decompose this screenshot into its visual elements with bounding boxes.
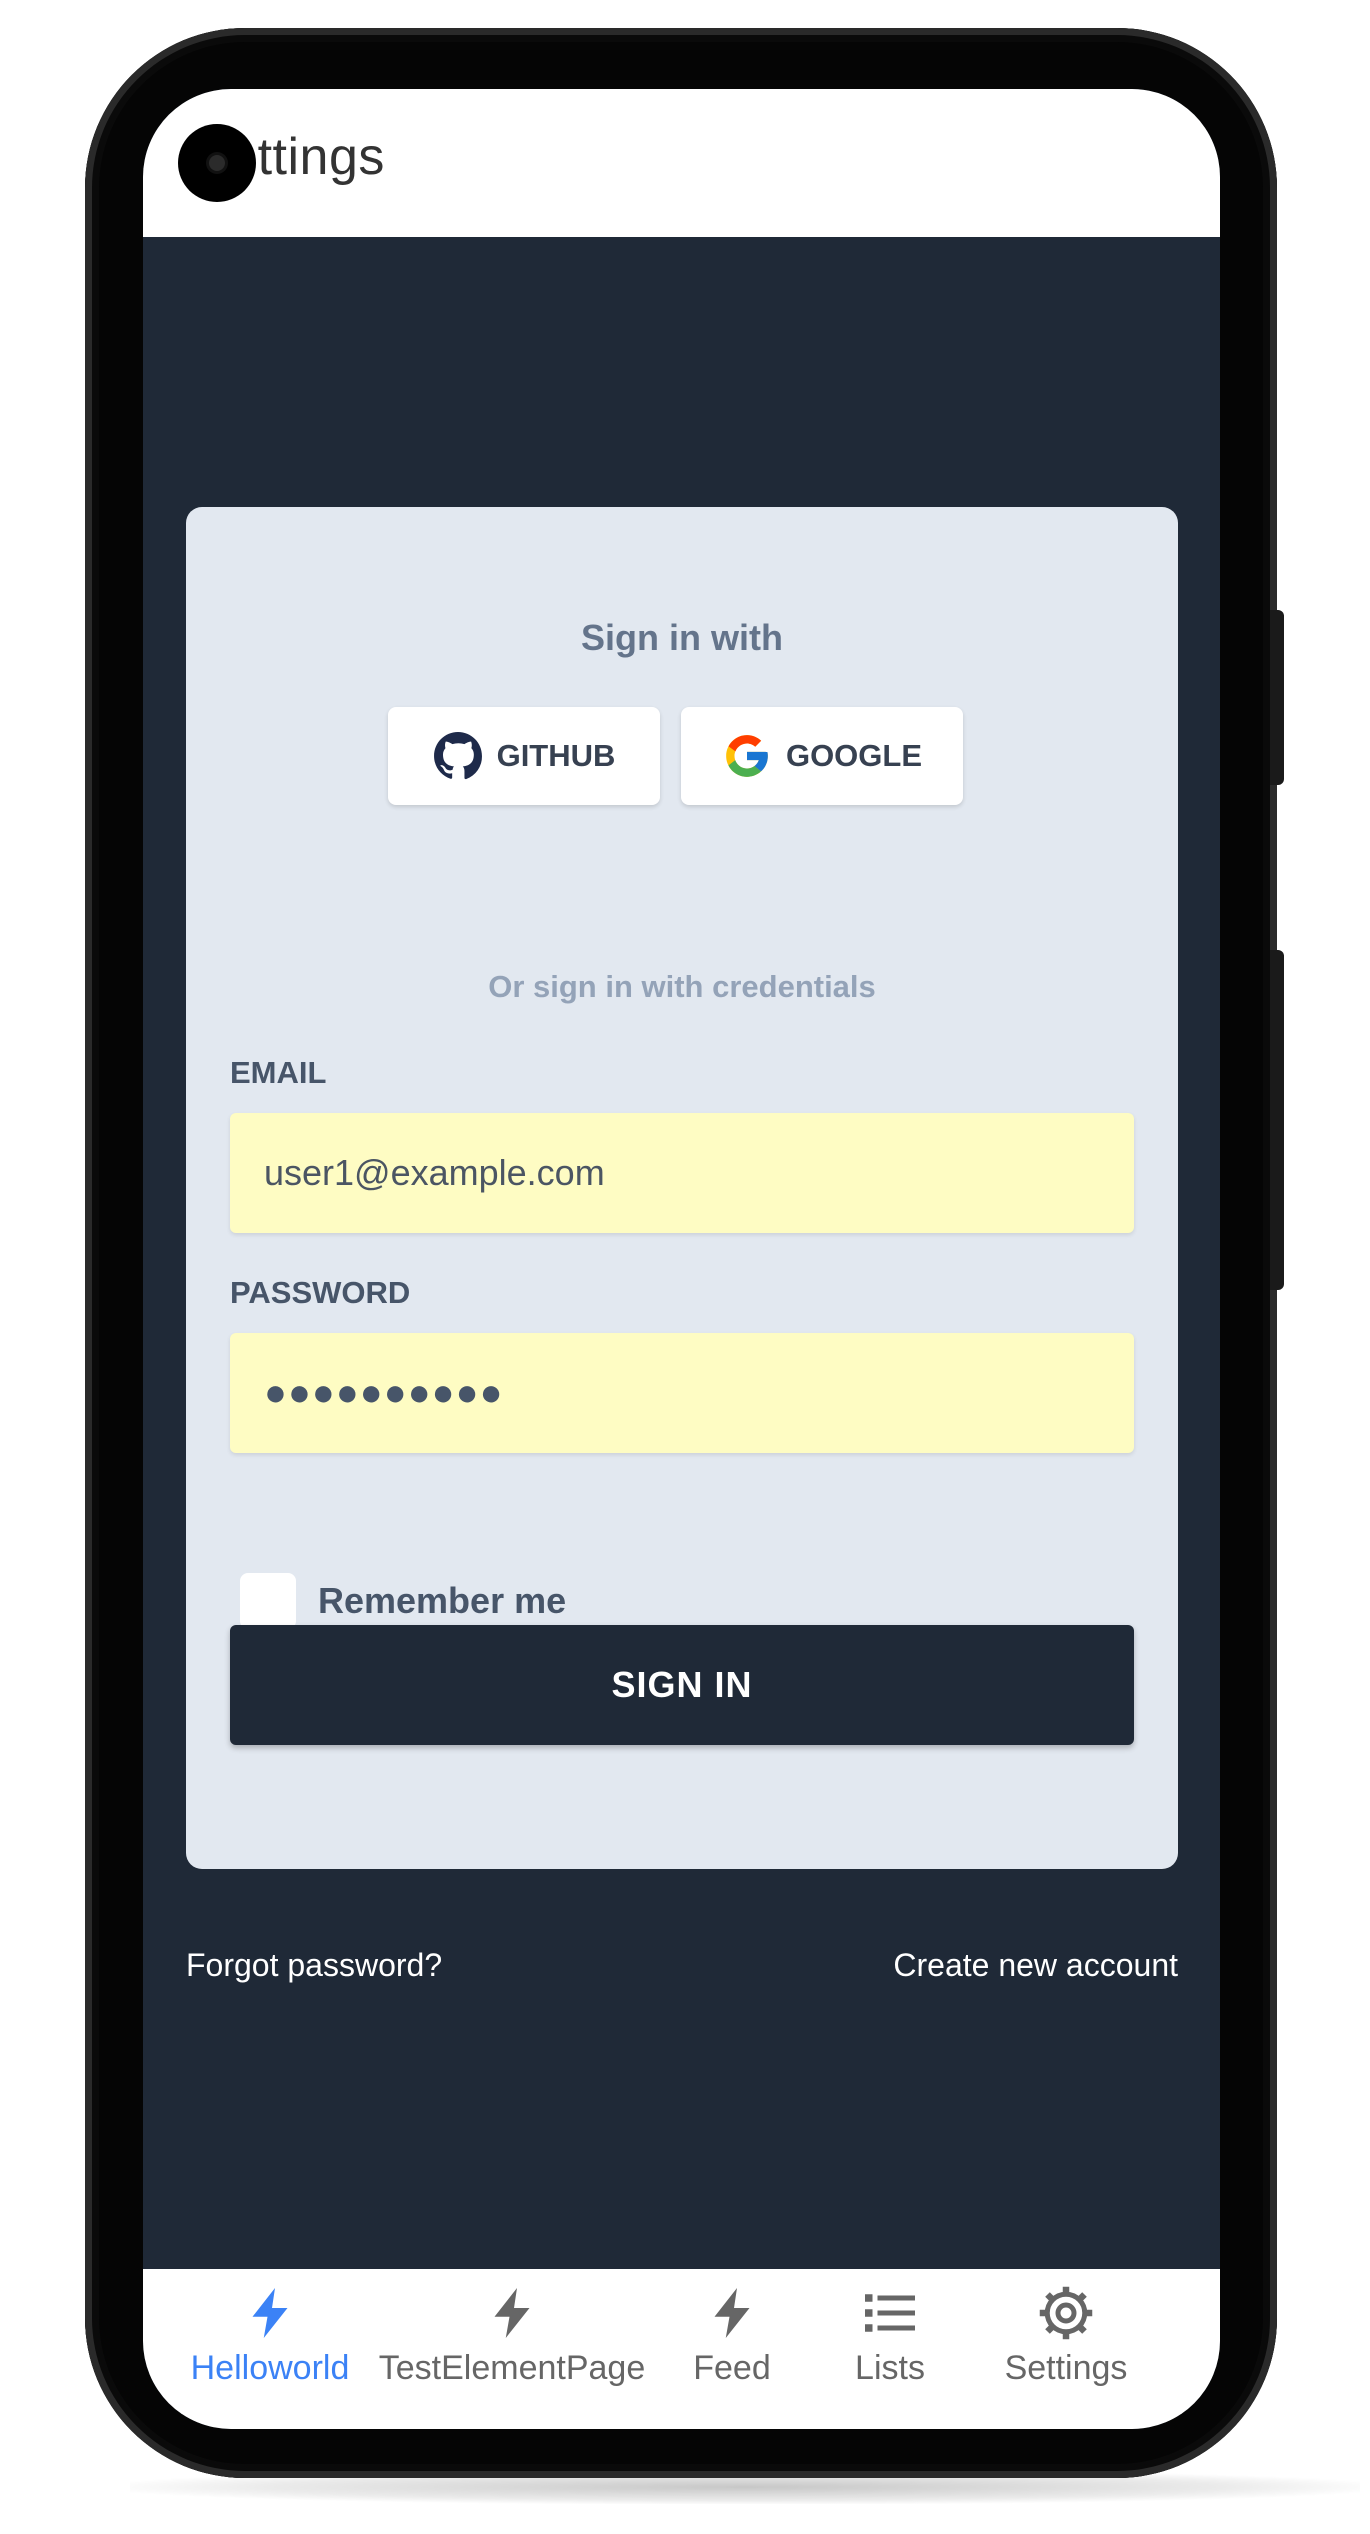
front-camera bbox=[178, 124, 256, 202]
remember-me-label: Remember me bbox=[318, 1580, 567, 1621]
password-label: PASSWORD bbox=[230, 1275, 411, 1310]
password-field[interactable]: ●●●●●●●●●● bbox=[230, 1333, 1134, 1453]
email-field[interactable]: user1@example.com bbox=[230, 1113, 1134, 1233]
nav-label: Settings bbox=[1004, 2349, 1128, 2387]
github-sign-in-button[interactable]: GITHUB bbox=[388, 707, 660, 805]
credentials-divider-text: Or sign in with credentials bbox=[488, 969, 876, 1004]
gear-icon bbox=[1039, 2286, 1093, 2340]
bolt-icon bbox=[252, 2288, 288, 2338]
nav-item-helloworld[interactable]: Helloworld bbox=[143, 2283, 400, 2388]
github-label: GITHUB bbox=[496, 738, 616, 773]
remember-me-checkbox[interactable] bbox=[240, 1573, 296, 1629]
list-icon bbox=[865, 2294, 915, 2332]
github-icon bbox=[433, 732, 482, 780]
remember-me-row[interactable]: Remember me bbox=[240, 1573, 566, 1629]
nav-label: Lists bbox=[855, 2349, 925, 2387]
device-screen: Settings Sign in with GITHUB GOOGLE Or s… bbox=[143, 89, 1220, 2429]
google-label: GOOGLE bbox=[785, 738, 923, 773]
power-button bbox=[1270, 610, 1284, 785]
nav-label: Helloworld bbox=[190, 2349, 350, 2387]
bottom-navigation: Helloworld TestElementPage Feed Lists Se… bbox=[143, 2269, 1220, 2429]
bolt-icon bbox=[714, 2288, 750, 2338]
app-bar: Settings bbox=[143, 89, 1220, 237]
sign-in-button[interactable]: SIGN IN bbox=[230, 1625, 1134, 1745]
nav-item-settings[interactable]: Settings bbox=[936, 2283, 1196, 2388]
volume-button bbox=[1270, 950, 1284, 1290]
email-label: EMAIL bbox=[230, 1055, 327, 1090]
google-icon bbox=[726, 735, 768, 777]
sign-in-card: Sign in with GITHUB GOOGLE Or sign in wi… bbox=[186, 507, 1178, 1869]
bolt-icon bbox=[494, 2288, 530, 2338]
forgot-password-link[interactable]: Forgot password? bbox=[186, 1947, 442, 1984]
google-sign-in-button[interactable]: GOOGLE bbox=[681, 707, 963, 805]
create-account-link[interactable]: Create new account bbox=[893, 1947, 1178, 1984]
sign-in-heading: Sign in with bbox=[581, 617, 783, 658]
